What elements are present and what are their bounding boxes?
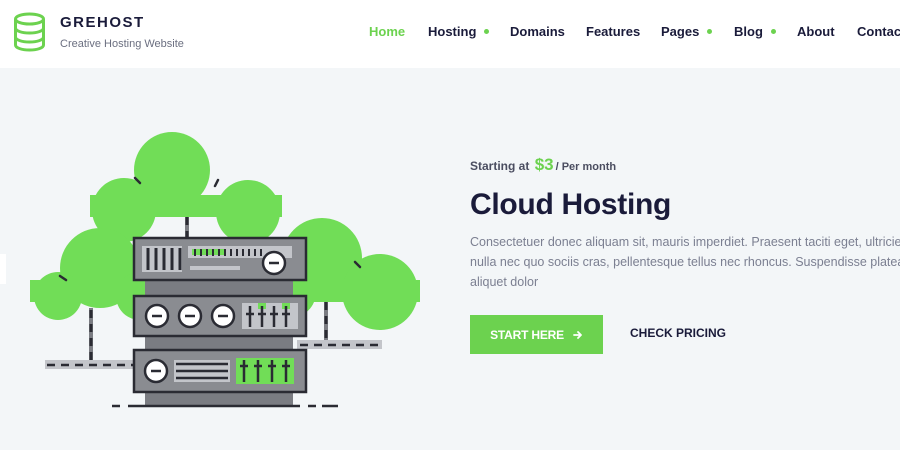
price-value: $3: [534, 155, 554, 174]
dot-icon: [707, 29, 713, 35]
nav-about[interactable]: About: [797, 24, 835, 39]
nav-about-label: About: [797, 24, 835, 39]
nav-home-label: Home: [369, 24, 406, 39]
nav-domains[interactable]: Domains: [510, 24, 565, 39]
price-period: / Per month: [555, 161, 617, 173]
nav-home[interactable]: Home: [369, 24, 405, 39]
nav-blog[interactable]: Blog: [734, 24, 776, 39]
check-pricing-button[interactable]: CHECK PRICING: [630, 326, 726, 340]
starting-price: Starting at $3/ Per month: [470, 155, 616, 175]
arrow-right-icon: [572, 330, 582, 339]
database-icon[interactable]: [13, 12, 46, 52]
site-header: GREHOST Creative Hosting Website Home Ho…: [0, 0, 900, 68]
nav-features[interactable]: Features: [586, 24, 640, 39]
brand-tagline: Creative Hosting Website: [60, 38, 184, 50]
nav-blog-label: Blog: [734, 24, 763, 39]
nav-pages-label: Pages: [661, 24, 700, 39]
start-here-label: START HERE: [490, 327, 564, 342]
nav-contact[interactable]: Contact: [857, 24, 900, 39]
nav-domains-label: Domains: [510, 24, 565, 39]
nav-features-label: Features: [586, 24, 641, 39]
nav-hosting[interactable]: Hosting: [428, 24, 490, 39]
price-prefix: Starting at: [470, 159, 530, 173]
server-unit-2: [132, 294, 308, 338]
hero-title: Cloud Hosting: [470, 188, 672, 221]
hero-description: Consectetuer donec aliquam sit, mauris i…: [470, 235, 900, 289]
dot-icon: [770, 29, 776, 35]
nav-hosting-label: Hosting: [428, 24, 477, 39]
nav-contact-label: Contact: [857, 24, 900, 39]
start-here-button[interactable]: START HERE: [470, 315, 603, 354]
server-unit-1: [132, 236, 308, 282]
server-unit-3: [132, 348, 308, 394]
dot-icon: [484, 29, 490, 35]
cloud-server-illustration: [30, 132, 420, 408]
brand-name[interactable]: GREHOST: [60, 14, 145, 31]
nav-pages[interactable]: Pages: [661, 24, 713, 39]
